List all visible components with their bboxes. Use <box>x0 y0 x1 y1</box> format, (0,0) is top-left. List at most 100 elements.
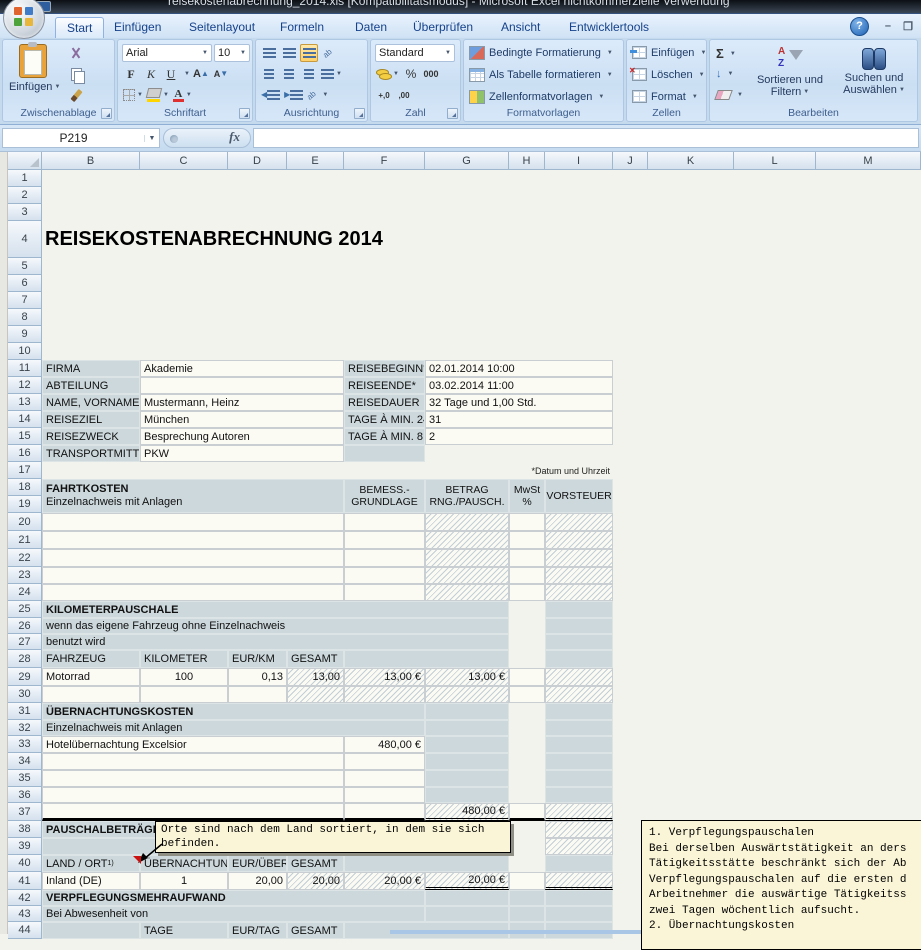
cell-B18[interactable]: FAHRTKOSTENEinzelnachweis mit Anlagen <box>42 479 344 513</box>
cell-C14[interactable]: München <box>140 411 344 428</box>
row-header-41[interactable]: 41 <box>8 872 42 890</box>
cell-F35[interactable] <box>344 770 425 787</box>
cell-B28[interactable]: FAHRZEUG <box>42 650 140 668</box>
cell-H23[interactable] <box>509 567 545 584</box>
align-left-button[interactable] <box>260 65 278 83</box>
cell-B21[interactable] <box>42 531 344 549</box>
merge-center-button[interactable]: ▼ <box>320 65 343 83</box>
row-header-14[interactable]: 14 <box>8 411 42 428</box>
column-header-E[interactable]: E <box>287 152 344 170</box>
cell-E28[interactable]: GESAMT <box>287 650 344 668</box>
cell-styles-button[interactable]: Zellenformatvorlagen▼ <box>469 90 604 104</box>
cell-I27[interactable] <box>545 634 613 650</box>
cell-G23[interactable] <box>425 567 509 584</box>
row-header-33[interactable]: 33 <box>8 736 42 753</box>
cell-I43[interactable] <box>545 906 613 922</box>
align-middle-button[interactable] <box>280 44 298 62</box>
borders-button[interactable]: ▼ <box>122 86 144 104</box>
cell-F37[interactable] <box>344 803 425 821</box>
column-header-D[interactable]: D <box>228 152 287 170</box>
cell-B16[interactable]: TRANSPORTMITTEL <box>42 445 140 462</box>
row-header-27[interactable]: 27 <box>8 634 42 650</box>
cell-G29[interactable]: 13,00 € <box>425 668 509 686</box>
percent-format-button[interactable]: % <box>402 65 420 83</box>
cell-H18[interactable]: MwSt % <box>509 479 545 513</box>
cell-H42[interactable] <box>509 890 545 906</box>
underline-button[interactable]: U <box>162 65 180 83</box>
row-header-3[interactable]: 3 <box>8 204 42 221</box>
autosum-button[interactable]: Σ▼ <box>716 46 736 61</box>
italic-button[interactable]: K <box>142 65 160 83</box>
row-header-16[interactable]: 16 <box>8 445 42 462</box>
format-cells-button[interactable]: Format▼ <box>632 90 698 103</box>
cell-G17[interactable]: *Datum und Uhrzeit <box>425 462 613 479</box>
cell-G18[interactable]: BETRAG RNG./PAUSCH. <box>425 479 509 513</box>
row-header-13[interactable]: 13 <box>8 394 42 411</box>
cell-E29[interactable]: 13,00 <box>287 668 344 686</box>
cell-G21[interactable] <box>425 531 509 549</box>
row-header-29[interactable]: 29 <box>8 668 42 686</box>
cell-B20[interactable] <box>42 513 344 531</box>
cell-B12[interactable]: ABTEILUNG <box>42 377 140 394</box>
cell-B13[interactable]: NAME, VORNAME <box>42 394 140 411</box>
cell-B33[interactable]: Hotelübernachtung Excelsior <box>42 736 344 753</box>
row-header-44[interactable]: 44 <box>8 922 42 939</box>
cell-B26[interactable]: wenn das eigene Fahrzeug ohne Einzelnach… <box>42 618 509 634</box>
row-header-38[interactable]: 38 <box>8 821 42 838</box>
cell-I30[interactable] <box>545 686 613 703</box>
bold-button[interactable]: F <box>122 65 140 83</box>
cell-D30[interactable] <box>228 686 287 703</box>
cell-G15[interactable]: 2 <box>425 428 613 445</box>
row-header-28[interactable]: 28 <box>8 650 42 668</box>
cell-F22[interactable] <box>344 549 425 567</box>
row-header-22[interactable]: 22 <box>8 549 42 567</box>
row-header-26[interactable]: 26 <box>8 618 42 634</box>
column-header-M[interactable]: M <box>816 152 921 170</box>
cell-B27[interactable]: benutzt wird <box>42 634 509 650</box>
cell-G43[interactable] <box>425 906 509 922</box>
row-header-5[interactable]: 5 <box>8 258 42 275</box>
cell-E40[interactable]: GESAMT <box>287 855 344 872</box>
cell-C13[interactable]: Mustermann, Heinz <box>140 394 344 411</box>
cell-D41[interactable]: 20,00 <box>228 872 287 890</box>
align-top-button[interactable] <box>260 44 278 62</box>
insert-cells-button[interactable]: Einfügen▼ <box>632 46 706 59</box>
cell-I41[interactable] <box>545 872 613 890</box>
cell-B29[interactable]: Motorrad <box>42 668 140 686</box>
conditional-formatting-button[interactable]: Bedingte Formatierung▼ <box>469 46 613 60</box>
cell-B40[interactable]: LAND / ORT 1) <box>42 855 140 872</box>
cell-H43[interactable] <box>509 906 545 922</box>
cell-C12[interactable] <box>140 377 344 394</box>
orientation-button[interactable] <box>320 44 338 62</box>
name-box[interactable]: P219 ▼ <box>2 128 160 148</box>
cell-B14[interactable]: REISEZIEL <box>42 411 140 428</box>
cell-B34[interactable] <box>42 753 344 770</box>
cell-F11[interactable]: REISEBEGINN* <box>344 360 425 377</box>
align-bottom-button[interactable] <box>300 44 318 62</box>
cell-E41[interactable]: 20,00 <box>287 872 344 890</box>
cell-F24[interactable] <box>344 584 425 601</box>
cell-B22[interactable] <box>42 549 344 567</box>
cell-I34[interactable] <box>545 753 613 770</box>
cell-F34[interactable] <box>344 753 425 770</box>
cell-I39[interactable] <box>545 838 613 855</box>
cell-F13[interactable]: REISEDAUER <box>344 394 425 411</box>
cell-F30[interactable] <box>344 686 425 703</box>
row-header-12[interactable]: 12 <box>8 377 42 394</box>
cell-I26[interactable] <box>545 618 613 634</box>
cell-G11[interactable]: 02.01.2014 10:00 <box>425 360 613 377</box>
select-all-corner[interactable] <box>8 152 42 170</box>
tab-einfuegen[interactable]: Einfügen <box>103 17 172 38</box>
cell-E30[interactable] <box>287 686 344 703</box>
row-header-32[interactable]: 32 <box>8 720 42 736</box>
row-header-2[interactable]: 2 <box>8 187 42 204</box>
cell-F23[interactable] <box>344 567 425 584</box>
cell-I29[interactable] <box>545 668 613 686</box>
cell-D40[interactable]: EUR/ÜBERN. <box>228 855 287 872</box>
cell-C11[interactable]: Akademie <box>140 360 344 377</box>
cell-F21[interactable] <box>344 531 425 549</box>
font-size-combo[interactable]: 10▼ <box>214 44 250 62</box>
cell-F20[interactable] <box>344 513 425 531</box>
number-format-combo[interactable]: Standard▼ <box>375 44 455 62</box>
cell-D28[interactable]: EUR/KM <box>228 650 287 668</box>
